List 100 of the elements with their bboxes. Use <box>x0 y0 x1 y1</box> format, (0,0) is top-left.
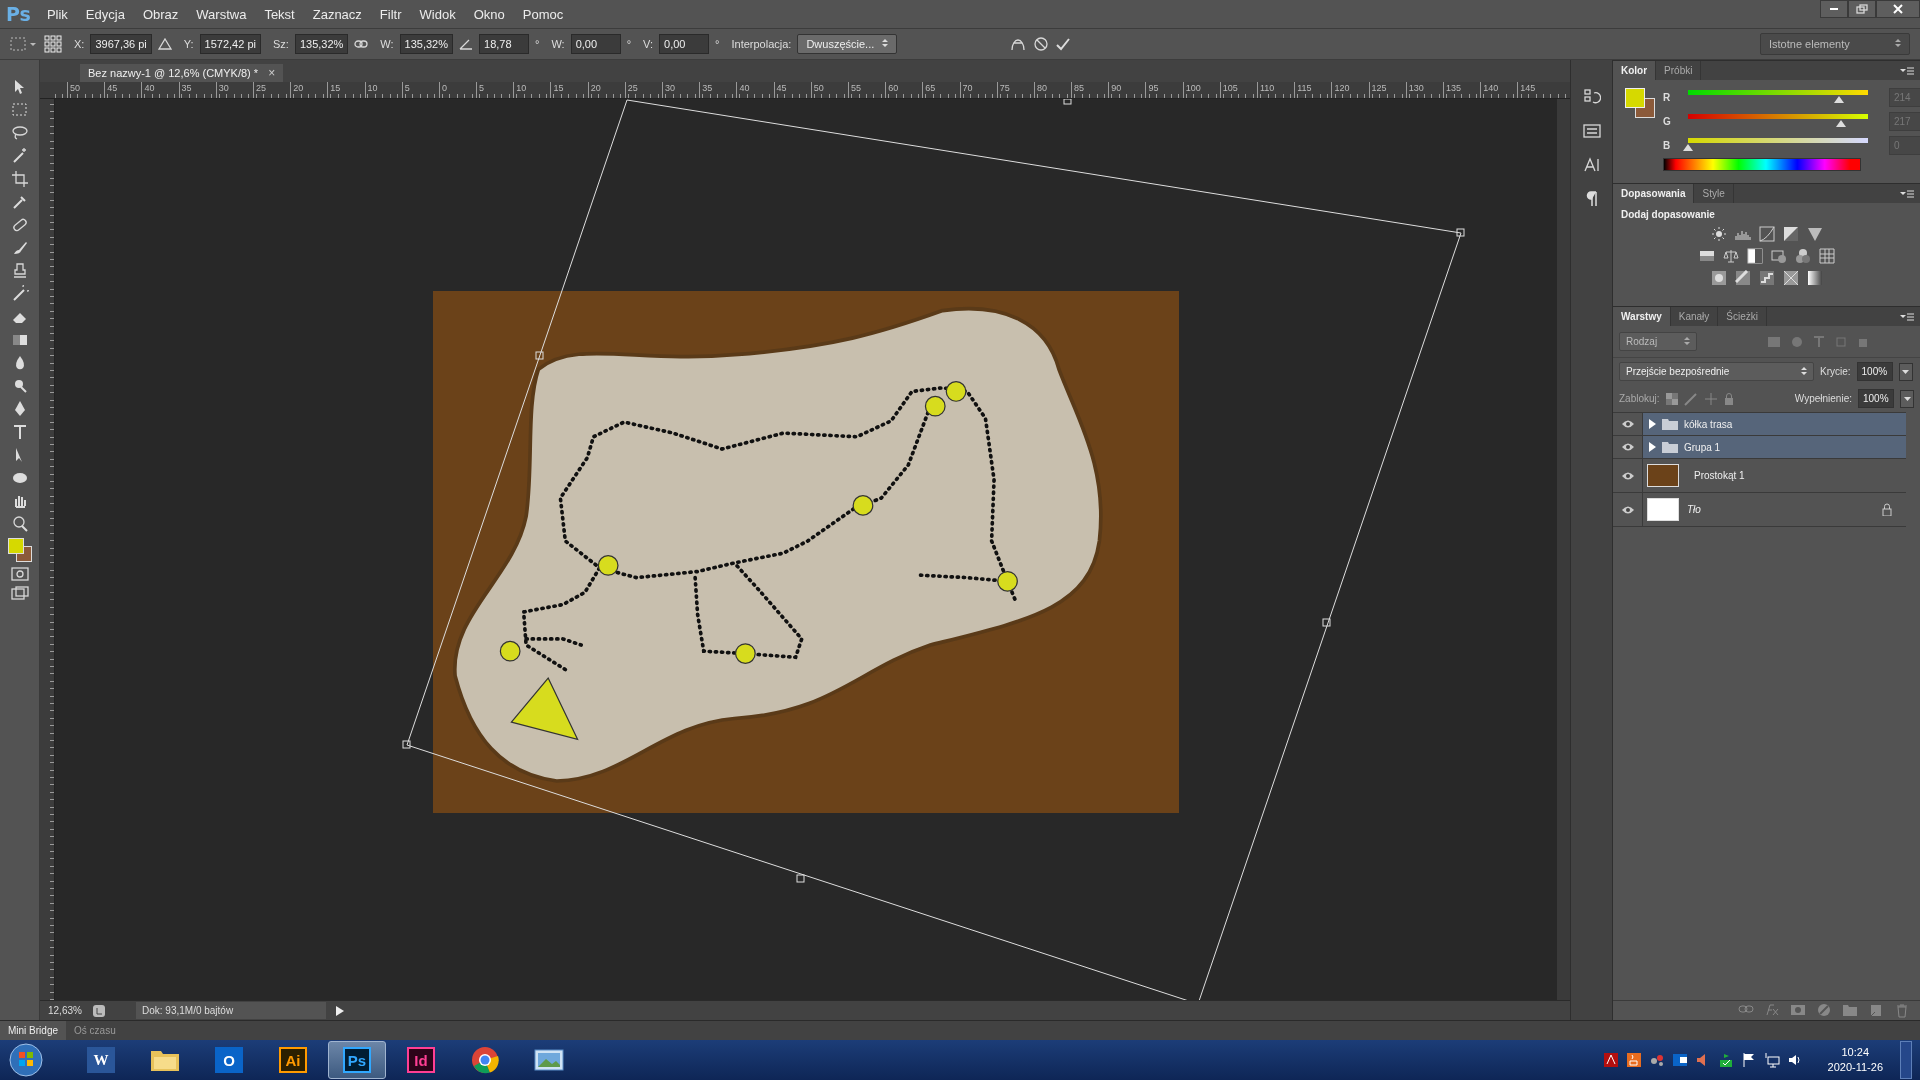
opacity-field[interactable]: 100% <box>1856 362 1893 381</box>
interpolation-dropdown[interactable]: Dwuszęście... <box>797 34 898 54</box>
flag-icon[interactable] <box>1740 1052 1757 1068</box>
panel-tab[interactable]: Kanały <box>1670 307 1719 326</box>
zoom-icon[interactable] <box>10 515 29 533</box>
start-button[interactable] <box>6 1041 46 1079</box>
crop-icon[interactable] <box>10 170 29 188</box>
panel-menu-icon[interactable] <box>1900 312 1914 321</box>
paragraph-icon[interactable] <box>1584 190 1599 208</box>
menu-item[interactable]: Okno <box>473 6 505 22</box>
menu-item[interactable]: Edycja <box>85 6 125 22</box>
gradient-square-icon[interactable] <box>1806 270 1823 286</box>
input-field[interactable]: 0,00 <box>570 34 621 54</box>
lasso-icon[interactable] <box>10 124 29 142</box>
panel-tab[interactable]: Oś czasu <box>66 1021 124 1040</box>
character-icon[interactable] <box>1582 156 1601 174</box>
tab-close-button[interactable]: × <box>268 66 276 80</box>
expand-arrow-icon[interactable] <box>1649 442 1656 452</box>
export-icon[interactable] <box>92 1003 106 1018</box>
restore-button[interactable] <box>1848 0 1876 18</box>
blend-mode-dropdown[interactable]: Przejście bezpośrednie <box>1619 362 1814 381</box>
panel-tab[interactable]: Ścieżki <box>1718 307 1768 326</box>
taskbar-app-button[interactable]: Ai <box>264 1041 322 1079</box>
input-field[interactable]: 3967,36 pi <box>90 34 152 54</box>
bandage-icon[interactable] <box>10 216 29 234</box>
panel-menu-icon[interactable] <box>1900 66 1914 75</box>
slider-thumb[interactable] <box>1683 144 1693 151</box>
screen-mode-icon[interactable] <box>10 586 29 600</box>
checkerboard-icon[interactable] <box>1665 392 1678 405</box>
fill-field[interactable]: 100% <box>1858 389 1894 408</box>
eye-icon[interactable] <box>1620 504 1635 515</box>
eye-icon[interactable] <box>1620 470 1635 481</box>
slider-thumb[interactable] <box>1834 96 1844 103</box>
cancel-icon[interactable] <box>1033 36 1050 52</box>
three-circles-icon[interactable] <box>1794 248 1811 264</box>
scrollbar[interactable] <box>1557 99 1570 1000</box>
taskbar-app-button[interactable]: Ps <box>328 1041 386 1079</box>
fill-dropdown-button[interactable] <box>1900 389 1914 408</box>
history-icon[interactable] <box>1582 88 1601 106</box>
striped-square-icon[interactable] <box>1698 248 1715 264</box>
monitor-icon[interactable] <box>1763 1052 1780 1068</box>
balance-scale-icon[interactable] <box>1722 248 1739 264</box>
slider-thumb[interactable] <box>1836 120 1847 127</box>
panel-tab[interactable]: Warstwy <box>1613 307 1671 326</box>
minimize-button[interactable] <box>1820 0 1848 18</box>
steps-icon[interactable] <box>1758 270 1775 286</box>
color-swatches-drawing[interactable] <box>1625 88 1655 118</box>
taskbar-app-button[interactable]: O <box>200 1041 258 1079</box>
workspace-dropdown[interactable]: Istotne elementy <box>1760 33 1910 55</box>
input-field[interactable]: 0,00 <box>659 34 710 54</box>
layer-row[interactable]: Grupa 1 <box>1613 436 1906 459</box>
panel-menu-icon[interactable] <box>1900 189 1914 198</box>
marquee-icon[interactable] <box>10 101 29 119</box>
panel-tab[interactable]: Próbki <box>1656 61 1702 80</box>
panel-tab[interactable]: Style <box>1694 184 1734 203</box>
checkmark-icon[interactable] <box>1055 36 1072 52</box>
cup-icon[interactable] <box>1625 1052 1642 1068</box>
diagonal-icon[interactable] <box>1734 270 1751 286</box>
input-field[interactable]: 18,78 <box>479 34 529 54</box>
menu-item[interactable]: Filtr <box>379 6 402 22</box>
grid-icon[interactable] <box>1818 248 1835 264</box>
panel-tab[interactable]: Kolor <box>1613 61 1657 80</box>
layer-row[interactable]: kółka trasa <box>1613 413 1906 436</box>
input-field[interactable]: 135,32% <box>399 34 453 54</box>
menu-item[interactable]: Plik <box>46 6 68 22</box>
network-nodes-icon[interactable] <box>1648 1052 1665 1068</box>
layer-row[interactable]: Tło <box>1613 493 1906 527</box>
clock[interactable]: 10:24 2020-11-26 <box>1827 1045 1883 1075</box>
sun-icon[interactable] <box>1710 226 1727 242</box>
expand-arrow-icon[interactable] <box>1649 419 1656 429</box>
menu-item[interactable]: Obraz <box>142 6 179 22</box>
color-swatches-drawing[interactable] <box>6 538 33 562</box>
play-icon[interactable] <box>336 1005 344 1016</box>
taskbar-app-button[interactable]: Id <box>392 1041 450 1079</box>
shield-icon[interactable] <box>1717 1052 1734 1068</box>
menu-item[interactable]: Pomoc <box>522 6 564 22</box>
eye-icon[interactable] <box>1620 419 1635 429</box>
filter-dropdown[interactable]: Rodzaj <box>1619 332 1697 351</box>
triangle-gradient-icon[interactable] <box>1806 226 1823 242</box>
eye-icon[interactable] <box>1620 442 1635 452</box>
input-field[interactable]: 135,32% <box>294 34 349 54</box>
menu-item[interactable]: Zaznacz <box>312 6 362 22</box>
close-button[interactable] <box>1876 0 1920 18</box>
menu-item[interactable]: Warstwa <box>196 6 247 22</box>
quick-mask-icon[interactable] <box>10 567 29 581</box>
invert-icon[interactable] <box>1710 270 1727 286</box>
taskbar-app-button[interactable]: W <box>72 1041 130 1079</box>
mail-icon[interactable] <box>1671 1052 1688 1068</box>
link-icon[interactable] <box>354 39 369 49</box>
reference-point-grid-icon[interactable] <box>44 35 62 53</box>
layer-row[interactable]: Prostokąt 1 <box>1613 459 1906 493</box>
menu-item[interactable]: Tekst <box>264 6 295 22</box>
cross-square-icon[interactable] <box>1782 270 1799 286</box>
document-tab[interactable]: Bez nazwy-1 @ 12,6% (CMYK/8) * × <box>80 64 284 82</box>
menu-item[interactable]: Widok <box>419 6 456 22</box>
curve-icon[interactable] <box>1758 226 1775 242</box>
opacity-dropdown-button[interactable] <box>1898 362 1913 381</box>
warp-icon[interactable] <box>1009 36 1028 52</box>
input-field[interactable]: 1572,42 pi <box>199 34 261 54</box>
document-icon[interactable] <box>1602 1052 1619 1068</box>
